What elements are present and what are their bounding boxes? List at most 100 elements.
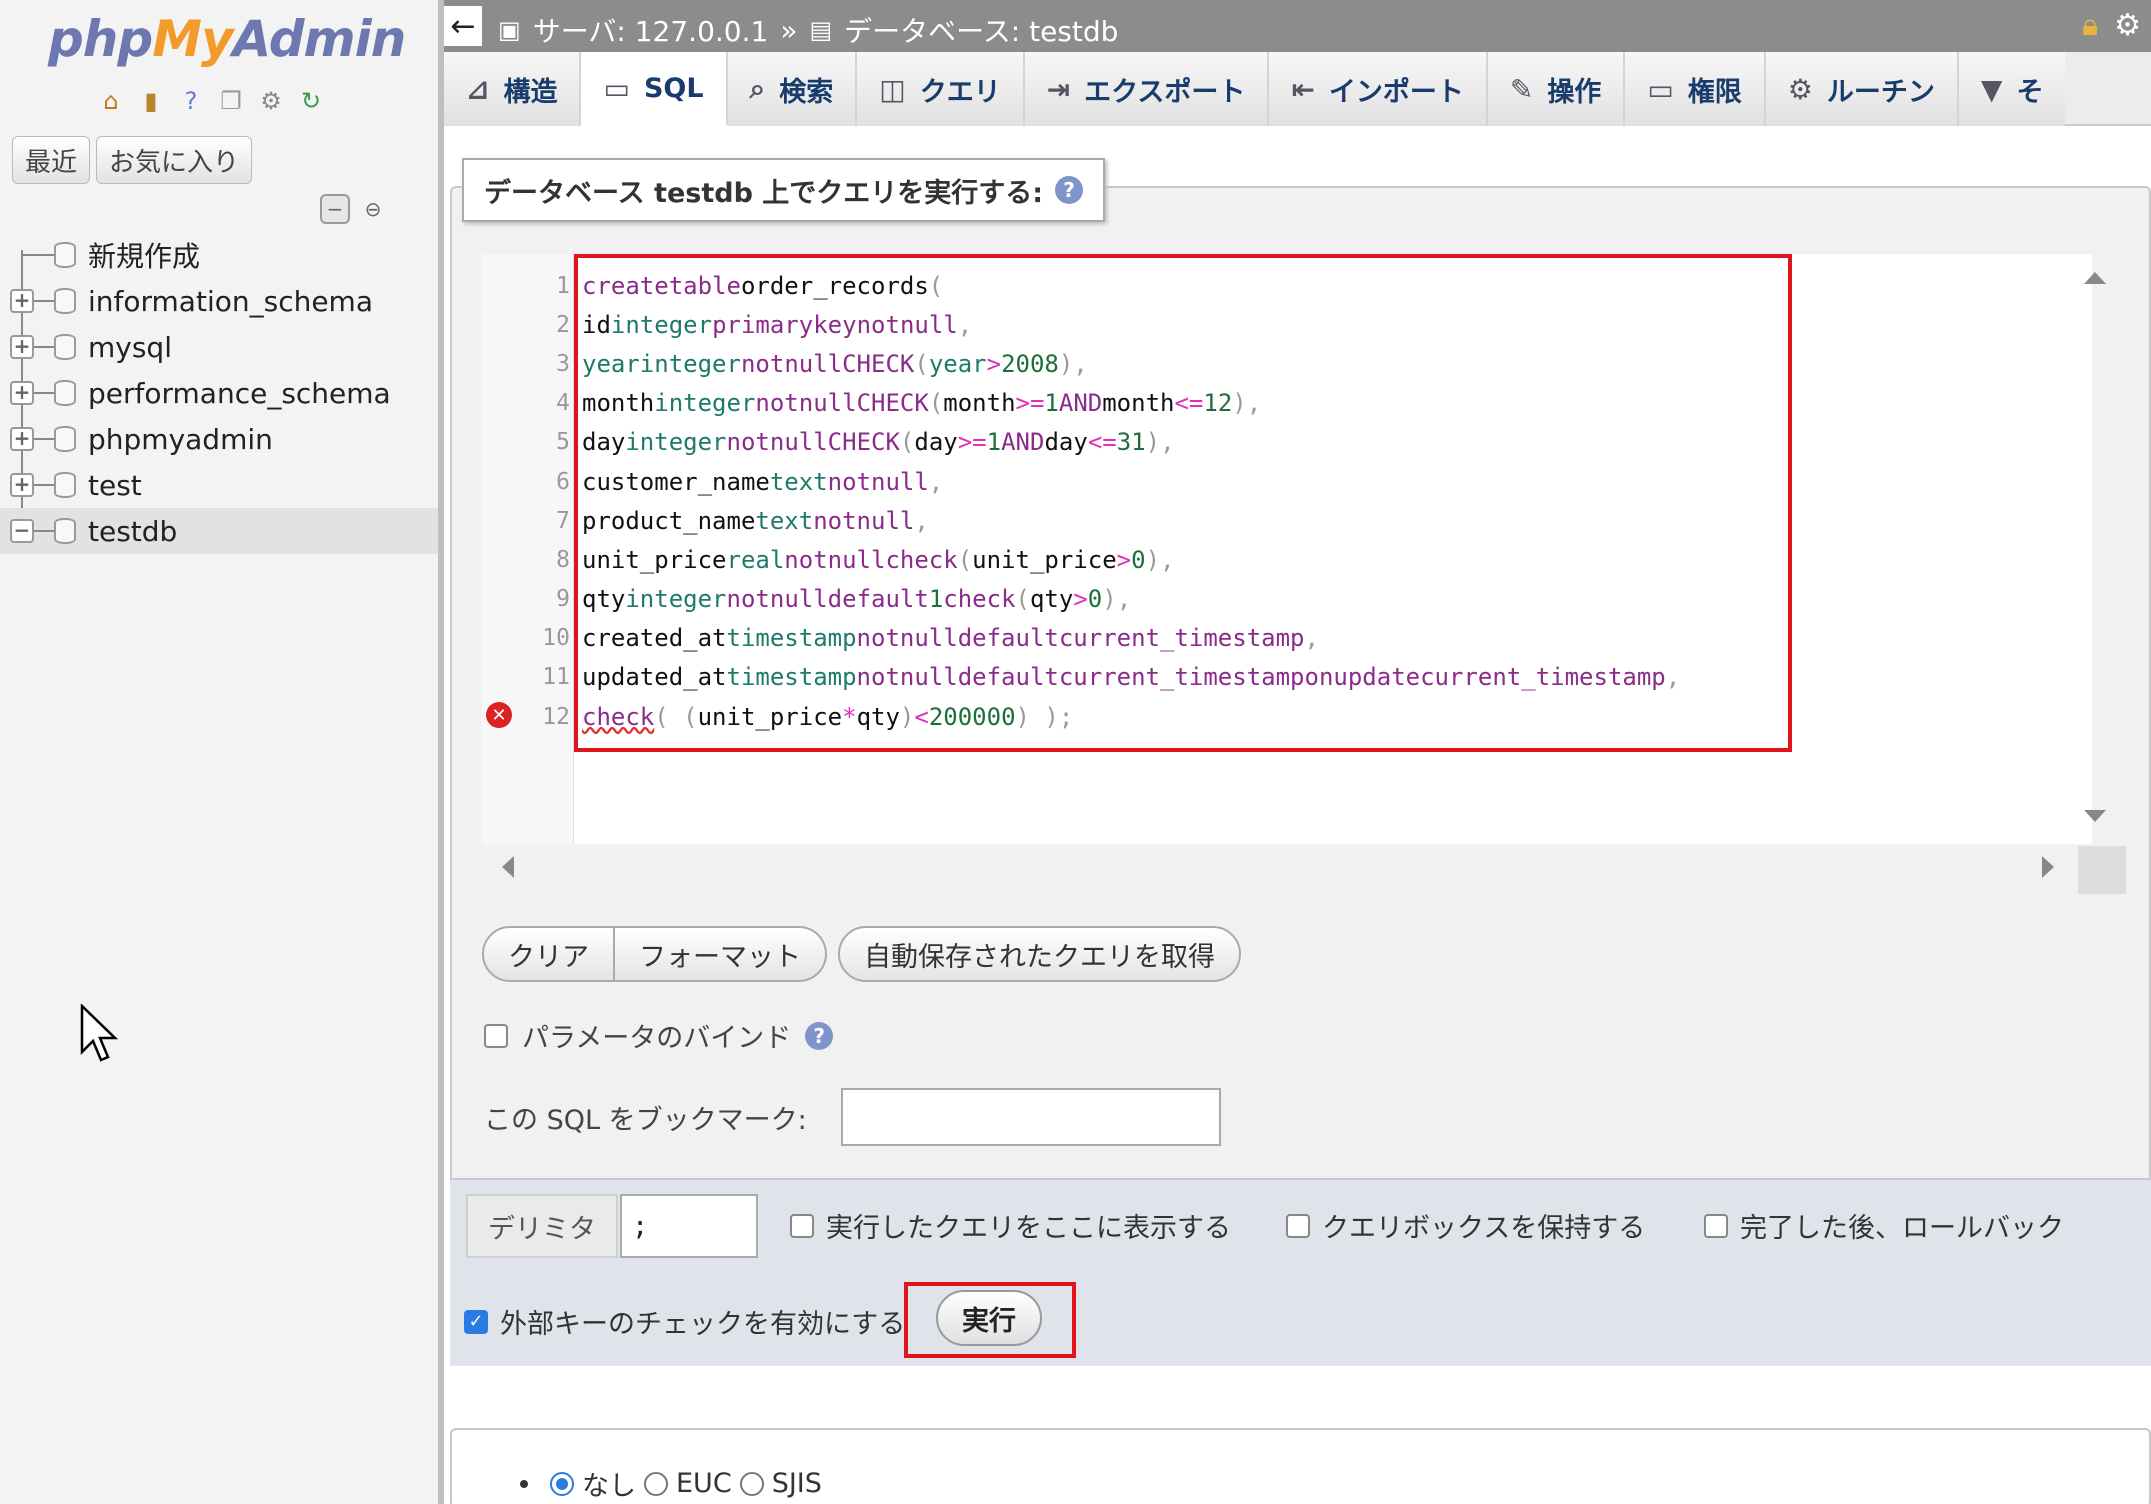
tree-item-information-schema[interactable]: + information_schema: [0, 278, 438, 324]
search-icon: ⌕: [749, 72, 766, 105]
go-button[interactable]: 実行: [936, 1290, 1042, 1346]
tab-search[interactable]: ⌕ 検索: [727, 52, 858, 126]
scroll-left-icon[interactable]: [502, 856, 514, 878]
import-icon: ⇤: [1291, 72, 1315, 106]
delimiter-input[interactable]: ;: [620, 1194, 758, 1258]
resize-handle-icon[interactable]: [2078, 846, 2126, 894]
favorites-button[interactable]: お気に入り: [96, 136, 253, 184]
breadcrumb-server[interactable]: サーバ: 127.0.0.1: [533, 10, 769, 50]
database-icon: ▤: [809, 16, 833, 44]
tree-item-mysql[interactable]: + mysql: [0, 324, 438, 370]
sql-editor[interactable]: 1 create table order_records ( 2 id integ…: [482, 254, 2092, 844]
code-line[interactable]: 1 create table order_records (: [556, 266, 2082, 305]
recent-button[interactable]: 最近: [12, 136, 91, 184]
help-icon[interactable]: ?: [174, 84, 208, 118]
tree-item-label[interactable]: testdb: [88, 515, 177, 548]
tab-structure[interactable]: ⊿ 構造: [444, 52, 582, 126]
expand-icon[interactable]: +: [10, 335, 34, 359]
wrench-icon: ✎: [1509, 72, 1534, 106]
code-line[interactable]: 12 check ( ( unit_price * qty ) < 200000…: [542, 697, 2082, 736]
line-number: 10: [542, 625, 570, 652]
rollback-checkbox[interactable]: [1704, 1213, 1728, 1238]
tree-item-new[interactable]: 新規作成: [0, 232, 438, 278]
line-number: 3: [556, 350, 570, 377]
expand-icon[interactable]: +: [10, 381, 34, 405]
database-tree: 新規作成 + information_schema + mysql + perf…: [0, 232, 438, 554]
collapse-icon[interactable]: −: [10, 519, 34, 543]
gear-icon[interactable]: ⚙: [2114, 8, 2141, 43]
code-line[interactable]: 6 customer_name text not null,: [556, 462, 2082, 501]
expand-icon[interactable]: +: [10, 289, 34, 313]
tab-sql[interactable]: ▭ SQL: [581, 52, 728, 126]
horizontal-scrollbar[interactable]: [482, 844, 2092, 894]
phpmyadmin-logo[interactable]: phpMyAdmin: [48, 10, 406, 68]
clear-button[interactable]: クリア: [482, 926, 615, 982]
tab-export[interactable]: ⇥ エクスポート: [1024, 52, 1270, 126]
collapse-nav-icon[interactable]: ←: [444, 6, 482, 46]
error-icon[interactable]: ✕: [486, 702, 512, 728]
settings-icon[interactable]: ⚙: [254, 84, 288, 118]
tree-item-label[interactable]: phpmyadmin: [88, 423, 273, 456]
bookmark-input[interactable]: [840, 1088, 1221, 1146]
server-icon: ▣: [498, 16, 521, 44]
tab-more[interactable]: ▼ そ: [1958, 52, 2066, 126]
tree-item-label[interactable]: test: [88, 469, 142, 502]
code-line[interactable]: 8 unit_price real not null check ( unit_…: [556, 540, 2082, 579]
code-line[interactable]: 11 updated_at timestamp not null default…: [542, 658, 2082, 697]
collapse-all-icon[interactable]: −: [320, 194, 350, 224]
code-line[interactable]: 10 created_at timestamp not null default…: [542, 619, 2082, 658]
scroll-up-icon[interactable]: [2084, 272, 2106, 284]
scroll-right-icon[interactable]: [2042, 856, 2054, 878]
help-icon[interactable]: ?: [805, 1021, 834, 1050]
structure-icon: ⊿: [466, 72, 490, 106]
tab-label: インポート: [1328, 76, 1464, 108]
expand-icon[interactable]: +: [10, 427, 34, 451]
tree-item-testdb[interactable]: − testdb: [0, 508, 438, 554]
charset-none-radio[interactable]: [550, 1471, 574, 1496]
tree-item-performance-schema[interactable]: + performance_schema: [0, 370, 438, 416]
breadcrumb-database[interactable]: データベース: testdb: [844, 10, 1118, 50]
tab-import[interactable]: ⇤ インポート: [1269, 52, 1488, 126]
lock-icon[interactable]: 🔒︎: [2082, 8, 2098, 43]
reload-icon[interactable]: ↻: [294, 84, 328, 118]
code-line[interactable]: 7 product_name text not null,: [556, 501, 2082, 540]
tree-item-phpmyadmin[interactable]: + phpmyadmin: [0, 416, 438, 462]
code-line[interactable]: 2 id integer primary key not null,: [556, 305, 2082, 344]
tab-operations[interactable]: ✎ 操作: [1487, 52, 1626, 126]
tab-routines[interactable]: ⚙ ルーチン: [1765, 52, 1959, 126]
vertical-scrollbar[interactable]: [2068, 254, 2106, 844]
charset-sjis-radio[interactable]: [739, 1471, 764, 1496]
help-icon[interactable]: ?: [1055, 176, 1084, 204]
code-line[interactable]: 5 day integer not null CHECK ( day >= 1 …: [556, 423, 2082, 462]
mouse-cursor-icon: [80, 1004, 119, 1062]
format-button[interactable]: フォーマット: [615, 926, 827, 982]
code-line[interactable]: 4 month integer not null CHECK ( month >…: [556, 384, 2082, 423]
query-icon: ◫: [879, 72, 906, 106]
logout-icon[interactable]: ▮: [134, 84, 168, 118]
tab-query[interactable]: ◫ クエリ: [857, 52, 1025, 126]
charset-euc-radio[interactable]: [644, 1471, 668, 1496]
bind-parameters-checkbox[interactable]: [484, 1023, 508, 1048]
panel-divider[interactable]: [438, 0, 444, 1504]
retain-query-box-checkbox[interactable]: [1286, 1213, 1310, 1238]
tree-item-label[interactable]: 新規作成: [88, 235, 200, 275]
routines-icon: ⚙: [1787, 72, 1813, 106]
tree-item-label[interactable]: mysql: [88, 331, 172, 364]
home-icon[interactable]: ⌂: [94, 84, 128, 118]
link-icon[interactable]: ⊖: [358, 194, 388, 224]
show-query-checkbox[interactable]: [790, 1213, 814, 1238]
sql-code[interactable]: 1 create table order_records ( 2 id integ…: [542, 266, 2082, 736]
code-line[interactable]: 3 year integer not null CHECK ( year > 2…: [556, 344, 2082, 383]
code-line[interactable]: 9 qty integer not null default 1 check (…: [556, 580, 2082, 619]
query-legend-text: データベース testdb 上でクエリを実行する:: [484, 177, 1044, 209]
tree-item-label[interactable]: performance_schema: [88, 377, 391, 410]
tree-item-label[interactable]: information_schema: [88, 285, 373, 318]
fk-checks-checkbox[interactable]: ✓: [464, 1309, 488, 1334]
docs-icon[interactable]: ❐: [214, 84, 248, 118]
database-icon: [54, 518, 76, 544]
get-autosaved-query-button[interactable]: 自動保存されたクエリを取得: [838, 926, 1241, 982]
scroll-down-icon[interactable]: [2084, 810, 2106, 822]
expand-icon[interactable]: +: [10, 473, 34, 497]
tab-privileges[interactable]: ▭ 権限: [1625, 52, 1766, 126]
tree-item-test[interactable]: + test: [0, 462, 438, 508]
